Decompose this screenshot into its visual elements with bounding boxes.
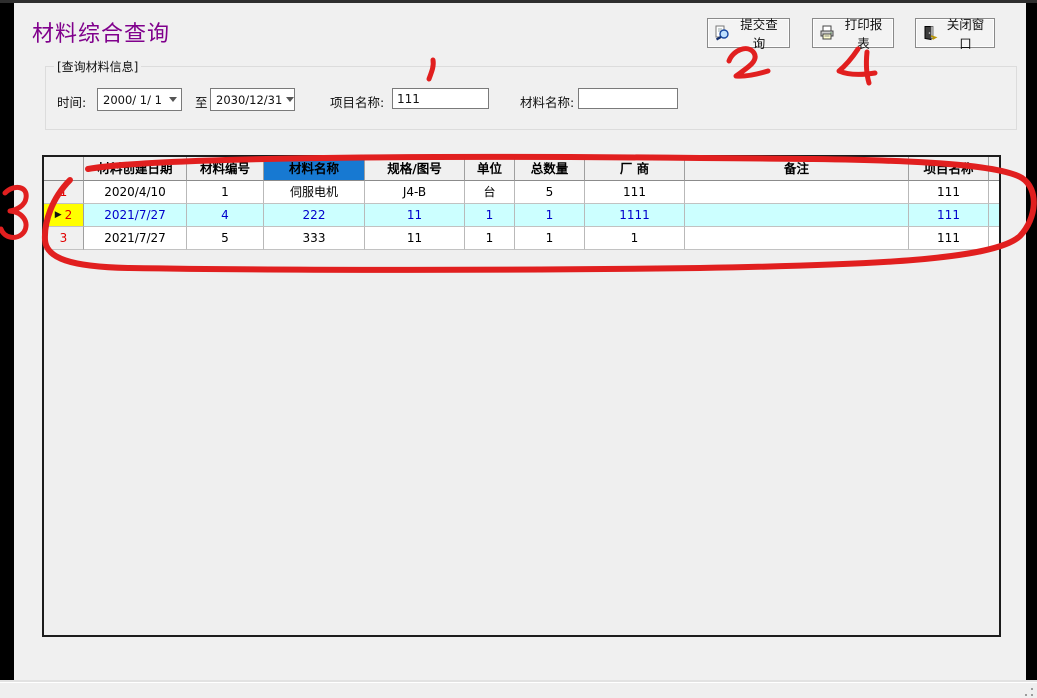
row-number: 3 [60,227,68,249]
app-window: 材料综合查询 [查询材料信息] 时间: 2000/ 1/ 1 至 2030/12… [0,0,1037,698]
submit-query-button[interactable]: 提交查询 [707,18,790,48]
chevron-down-icon [169,97,177,102]
material-name-input[interactable] [578,88,678,109]
print-report-label: 打印报表 [840,14,887,52]
column-header[interactable]: 备注 [685,157,909,181]
current-row-arrow-icon: ▶ [55,211,62,220]
table-header-row: 材料创建日期材料编号材料名称规格/图号单位总数量厂 商备注项目名称 [44,157,999,181]
project-name-input[interactable] [392,88,489,109]
table-cell[interactable]: J4-B [365,181,465,204]
materials-table: 材料创建日期材料编号材料名称规格/图号单位总数量厂 商备注项目名称 12020/… [42,155,1001,637]
row-selector-header[interactable] [44,157,84,181]
column-header[interactable]: 厂 商 [585,157,685,181]
table-cell[interactable]: 1 [585,227,685,250]
print-report-button[interactable]: 打印报表 [812,18,894,48]
row-number-cell[interactable]: ▶2 [44,204,84,227]
table-cell[interactable]: 1 [187,181,264,204]
table-row[interactable]: 32021/7/27533311111111 [44,227,999,250]
table-cell[interactable]: 1 [515,227,585,250]
chevron-down-icon [286,97,294,102]
time-label: 时间: [57,92,86,111]
table-cell[interactable]: 5 [515,181,585,204]
search-doc-icon [714,25,730,41]
date-from-picker[interactable]: 2000/ 1/ 1 [97,88,182,111]
table-cell[interactable]: 台 [465,181,515,204]
page-title: 材料综合查询 [32,16,170,48]
status-bar [0,682,1037,698]
table-cell[interactable]: 11 [365,227,465,250]
table-cell[interactable] [685,181,909,204]
table-cell[interactable]: 111 [909,227,989,250]
window-frame-top [0,0,1037,3]
column-header-filler [989,157,999,181]
column-header[interactable]: 项目名称 [909,157,989,181]
row-number-cell[interactable]: 3 [44,227,84,250]
table-cell[interactable]: 伺服电机 [264,181,365,204]
table-cell[interactable]: 111 [909,181,989,204]
project-name-label: 项目名称: [330,92,384,111]
table-row[interactable]: ▶22021/7/27422211111111111 [44,204,999,227]
close-window-label: 关闭窗口 [943,14,988,52]
column-header[interactable]: 总数量 [515,157,585,181]
table-cell[interactable]: 2020/4/10 [84,181,187,204]
query-groupbox-label: [查询材料信息] [54,58,141,75]
row-number-cell[interactable]: 1 [44,181,84,204]
row-filler [989,227,999,250]
table-cell[interactable]: 1 [465,227,515,250]
table-cell[interactable]: 1111 [585,204,685,227]
column-header[interactable]: 规格/图号 [365,157,465,181]
submit-query-label: 提交查询 [735,14,783,52]
close-window-button[interactable]: 关闭窗口 [915,18,995,48]
table-cell[interactable]: 11 [365,204,465,227]
to-label: 至 [195,92,208,111]
column-header[interactable]: 材料名称 [264,157,365,181]
date-to-value: 2030/12/31 [216,93,282,107]
column-header[interactable]: 单位 [465,157,515,181]
column-header[interactable]: 材料创建日期 [84,157,187,181]
exit-door-icon [922,25,938,41]
table-row[interactable]: 12020/4/101伺服电机J4-B台5111111 [44,181,999,204]
table-cell[interactable]: 1 [515,204,585,227]
table-cell[interactable]: 333 [264,227,365,250]
row-number: 2 [65,204,73,226]
table-cell[interactable]: 5 [187,227,264,250]
table-cell[interactable]: 1 [465,204,515,227]
table-cell[interactable] [685,204,909,227]
date-from-value: 2000/ 1/ 1 [103,93,162,107]
table-cell[interactable]: 111 [909,204,989,227]
table-cell[interactable]: 4 [187,204,264,227]
table-cell[interactable]: 2021/7/27 [84,227,187,250]
table-cell[interactable]: 111 [585,181,685,204]
resize-grip-icon[interactable] [1021,684,1033,696]
table-cell[interactable] [685,227,909,250]
printer-icon [819,25,835,41]
row-number: 1 [60,181,68,203]
window-frame-right [1026,3,1037,682]
row-filler [989,204,999,227]
window-frame-left [0,3,14,682]
table-cell[interactable]: 222 [264,204,365,227]
column-header[interactable]: 材料编号 [187,157,264,181]
date-to-picker[interactable]: 2030/12/31 [210,88,295,111]
table-cell[interactable]: 2021/7/27 [84,204,187,227]
material-name-label: 材料名称: [520,92,574,111]
table-body: 12020/4/101伺服电机J4-B台5111111▶22021/7/2742… [44,181,999,250]
row-filler [989,181,999,204]
